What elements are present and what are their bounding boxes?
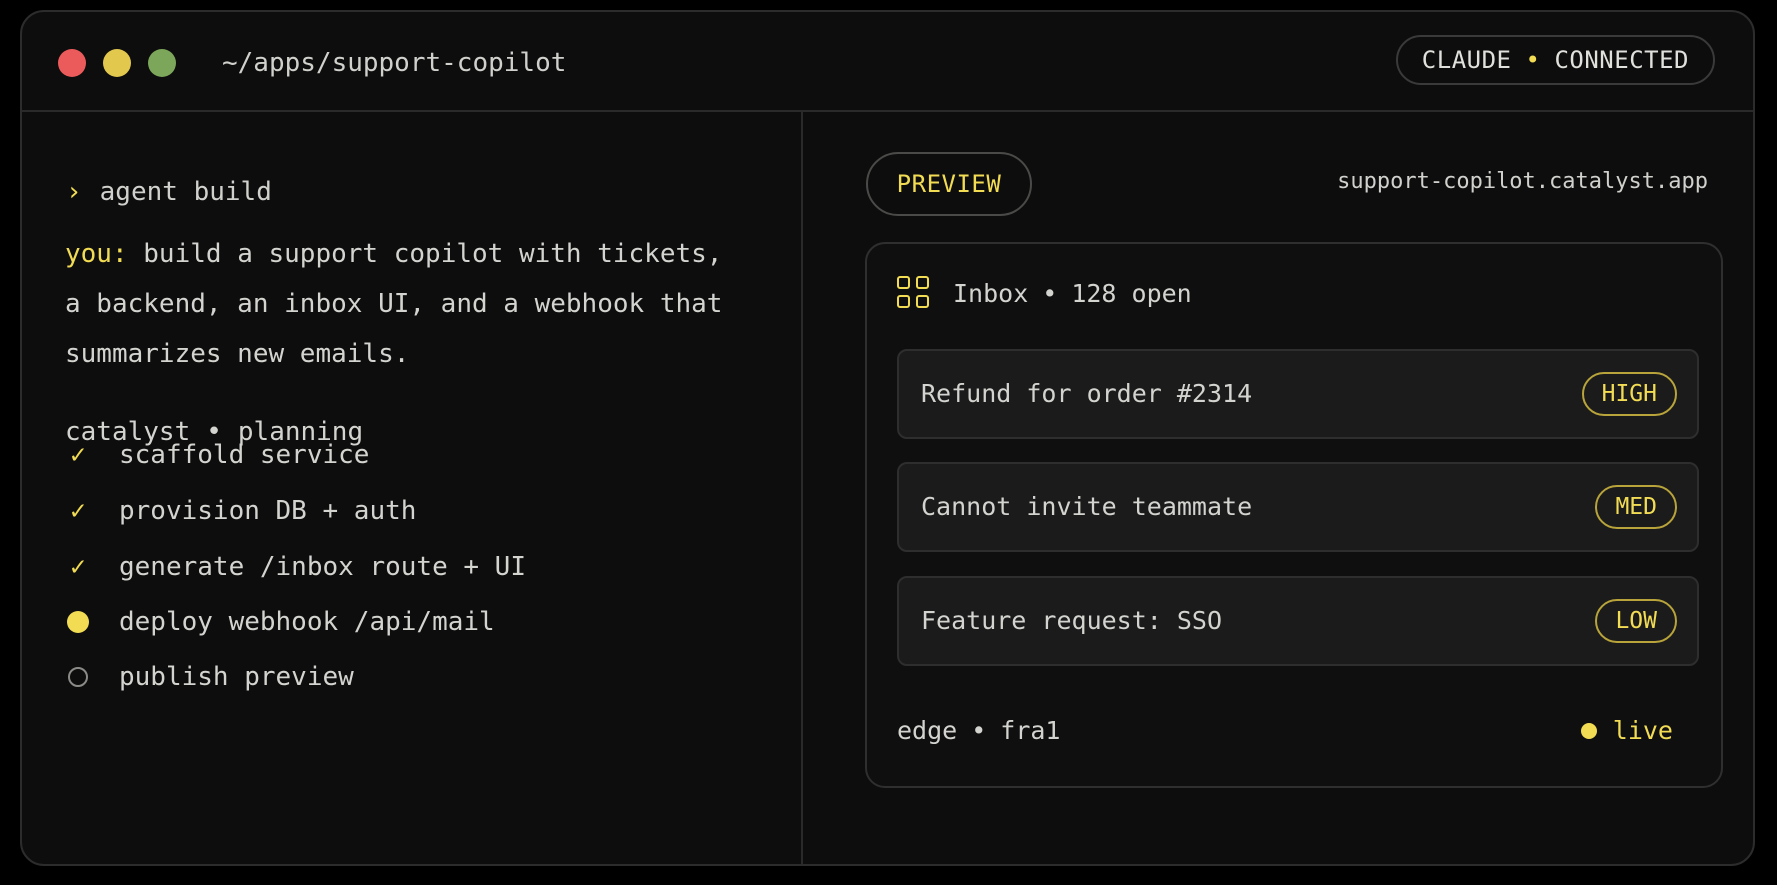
status-provider: CLAUDE bbox=[1421, 46, 1512, 74]
edge-label: edge bbox=[897, 716, 958, 745]
priority-badge: LOW bbox=[1595, 599, 1677, 643]
command-text: agent build bbox=[99, 177, 272, 207]
step-item: ✓ generate /inbox route + UI bbox=[65, 547, 526, 587]
check-icon: ✓ bbox=[70, 552, 86, 582]
ticket-title: Feature request: SSO bbox=[921, 606, 1223, 635]
step-label: scaffold service bbox=[119, 440, 370, 470]
region-label: fra1 bbox=[1000, 716, 1061, 745]
connection-status-badge: CLAUDE • CONNECTED bbox=[1395, 35, 1715, 85]
step-label: generate /inbox route + UI bbox=[119, 552, 526, 582]
check-icon: ✓ bbox=[70, 440, 86, 470]
preview-url[interactable]: support-copilot.catalyst.app bbox=[1337, 169, 1708, 194]
region-separator: • bbox=[971, 716, 987, 745]
step-item: ✓ scaffold service bbox=[65, 435, 369, 475]
message-text: build a support copilot with tickets, a … bbox=[65, 239, 723, 369]
title-bar: ~/apps/support-copilot CLAUDE • CONNECTE… bbox=[22, 12, 1753, 112]
live-dot-icon bbox=[1580, 722, 1597, 739]
inbox-count: 128 open bbox=[1071, 278, 1192, 308]
ticket-title: Cannot invite teammate bbox=[921, 492, 1253, 521]
terminal-pane: › agent build you: build a support copilo… bbox=[22, 112, 801, 864]
in-progress-dot-icon bbox=[65, 609, 91, 635]
minimize-window-button[interactable] bbox=[103, 49, 131, 77]
maximize-window-button[interactable] bbox=[148, 49, 176, 77]
status-separator: • bbox=[1525, 46, 1541, 74]
ticket-row[interactable]: Refund for order #2314 HIGH bbox=[897, 349, 1699, 439]
grid-icon bbox=[897, 276, 931, 310]
inbox-title: Inbox bbox=[953, 278, 1029, 308]
message-prefix: you: bbox=[65, 239, 128, 269]
pending-circle-icon bbox=[65, 664, 91, 690]
step-item: publish preview bbox=[65, 657, 354, 697]
app-window: ~/apps/support-copilot CLAUDE • CONNECTE… bbox=[20, 10, 1755, 866]
ticket-title: Refund for order #2314 bbox=[921, 379, 1253, 408]
inbox-card: Inbox • 128 open Refund for order #2314 HI… bbox=[865, 242, 1723, 788]
priority-badge: HIGH bbox=[1581, 372, 1677, 416]
preview-button[interactable]: PREVIEW bbox=[866, 152, 1032, 216]
prompt-chevron-icon: › bbox=[66, 177, 82, 207]
close-window-button[interactable] bbox=[58, 49, 86, 77]
live-status: live bbox=[1580, 716, 1673, 745]
command-line: › agent build bbox=[66, 177, 272, 207]
step-item: ✓ provision DB + auth bbox=[65, 491, 416, 531]
step-label: publish preview bbox=[119, 662, 354, 692]
ticket-row[interactable]: Feature request: SSO LOW bbox=[897, 576, 1699, 666]
user-message: you: build a support copilot with ticket… bbox=[65, 229, 745, 379]
status-state: CONNECTED bbox=[1554, 46, 1689, 74]
priority-badge: MED bbox=[1595, 485, 1677, 529]
inbox-header: Inbox • 128 open bbox=[897, 276, 1192, 310]
preview-pane: PREVIEW support-copilot.catalyst.app Inb… bbox=[803, 112, 1753, 864]
step-label: provision DB + auth bbox=[119, 496, 417, 526]
deployment-region: edge • fra1 bbox=[897, 716, 1061, 745]
window-path: ~/apps/support-copilot bbox=[222, 48, 567, 78]
check-icon: ✓ bbox=[70, 496, 86, 526]
ticket-row[interactable]: Cannot invite teammate MED bbox=[897, 462, 1699, 552]
step-label: deploy webhook /api/mail bbox=[119, 607, 495, 637]
live-label: live bbox=[1612, 716, 1673, 745]
inbox-separator: • bbox=[1042, 278, 1058, 308]
step-item: deploy webhook /api/mail bbox=[65, 602, 495, 642]
